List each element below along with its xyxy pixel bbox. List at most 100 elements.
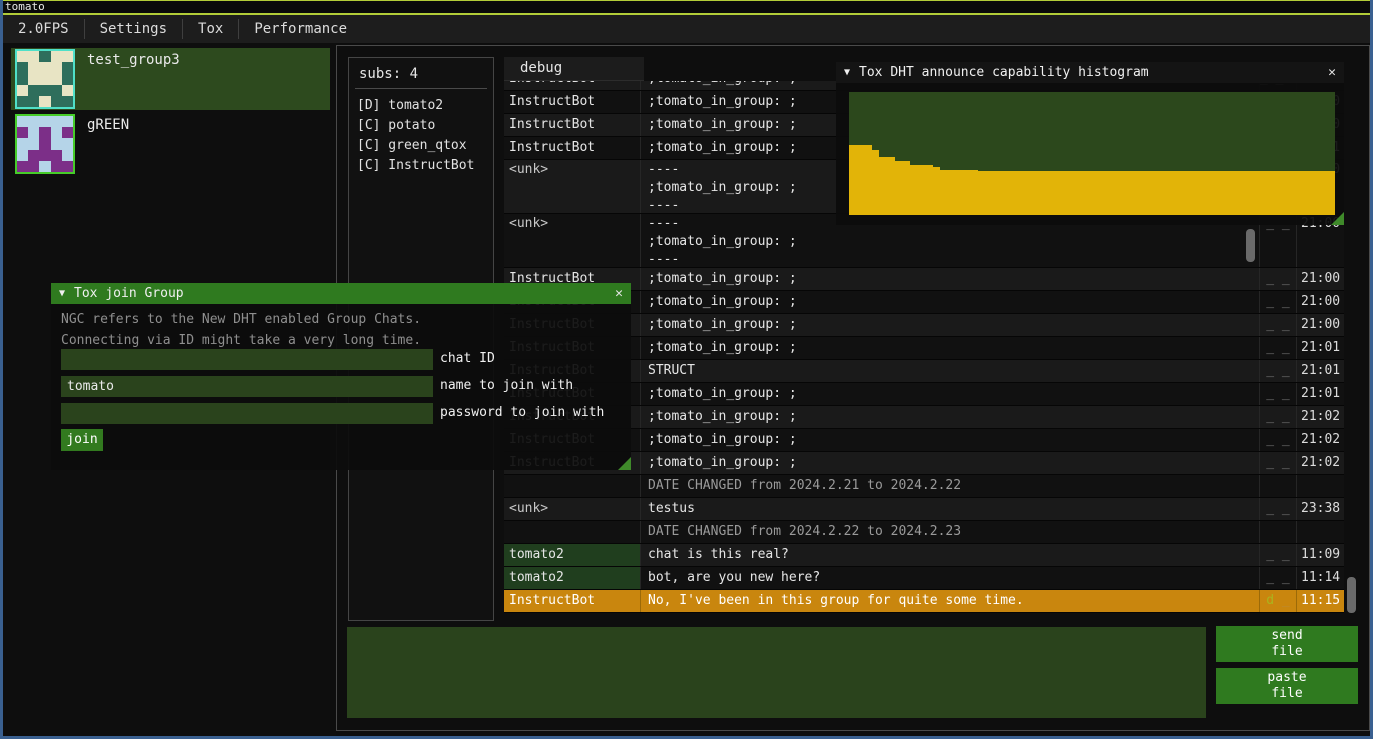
avatar-pixel (28, 85, 39, 96)
subs-member-green_qtox[interactable]: [C] green_qtox (357, 136, 493, 156)
subs-member-potato[interactable]: [C] potato (357, 116, 493, 136)
close-icon[interactable]: ✕ (1328, 65, 1336, 80)
avatar-pixel (62, 150, 73, 161)
date-changed-row[interactable]: DATE CHANGED from 2024.2.21 to 2024.2.22 (504, 475, 1344, 498)
date-changed-row[interactable]: DATE CHANGED from 2024.2.22 to 2024.2.23 (504, 521, 1344, 544)
sender-name-cell (504, 521, 641, 543)
chat-ID-input[interactable] (61, 349, 433, 370)
app-window: tomato 2.0FPSSettingsToxPerformance test… (0, 0, 1373, 739)
resize-grip[interactable] (618, 457, 631, 470)
histogram-bar (1107, 171, 1115, 215)
histogram-bar (1054, 171, 1062, 215)
histogram-bar (1297, 171, 1305, 215)
histogram-bar (933, 167, 941, 215)
send-file-button[interactable]: sendfile (1216, 626, 1358, 662)
subs-member-InstructBot[interactable]: [C] InstructBot (357, 156, 493, 176)
delivery-status-cell: _ _ (1259, 337, 1296, 359)
scrollbar-thumb[interactable] (1347, 577, 1356, 613)
histogram-bar (1145, 171, 1153, 215)
sender-name-cell: InstructBot (504, 91, 641, 113)
menu-item-performance[interactable]: Performance (239, 21, 362, 37)
sender-name-cell: tomato2 (504, 544, 641, 566)
avatar-pixel (28, 116, 39, 127)
menu-item-2.0fps[interactable]: 2.0FPS (3, 21, 84, 37)
paste-file-button[interactable]: pastefile (1216, 668, 1358, 704)
join-field-label: chat ID (440, 351, 495, 366)
histogram-bar (925, 165, 933, 215)
histogram-bar (879, 157, 887, 215)
chat-tabbar: debug (504, 57, 644, 81)
sidebar-item-gREEN[interactable]: gREEN (11, 113, 330, 175)
resize-grip[interactable] (1331, 212, 1344, 225)
menu-item-settings[interactable]: Settings (85, 21, 182, 37)
message-text-cell: DATE CHANGED from 2024.2.22 to 2024.2.23 (641, 521, 1259, 543)
message-text-cell: ;tomato_in_group: ; (641, 337, 1259, 359)
collapse-arrow-icon[interactable]: ▼ (59, 288, 65, 299)
join-group-titlebar[interactable]: ▼ Tox join Group ✕ (51, 283, 631, 304)
menu-item-tox[interactable]: Tox (183, 21, 238, 37)
avatar-pixel (51, 138, 62, 149)
avatar-pixel (39, 73, 50, 84)
close-icon[interactable]: ✕ (615, 286, 623, 301)
histogram-bar (1001, 171, 1009, 215)
histogram-bar (986, 171, 994, 215)
avatar-pixel (39, 150, 50, 161)
message-row[interactable]: tomato2bot, are you new here?_ _11:14 (504, 567, 1344, 590)
histogram-bar (1168, 171, 1176, 215)
dht-histogram-titlebar[interactable]: ▼ Tox DHT announce capability histogram … (836, 62, 1344, 83)
timestamp-cell: 21:01 (1296, 337, 1344, 359)
sender-name-cell: <unk> (504, 214, 641, 267)
window-titlebar[interactable]: tomato (0, 0, 1373, 15)
histogram-bar (1176, 171, 1184, 215)
avatar-pixel (39, 96, 50, 107)
delivery-status-cell: _ _ (1259, 383, 1296, 405)
timestamp-cell: 21:01 (1296, 383, 1344, 405)
timestamp-cell: 21:02 (1296, 429, 1344, 451)
histogram-bar (1198, 171, 1206, 215)
histogram-bar (1244, 171, 1252, 215)
histogram-bar (955, 170, 963, 216)
message-text-cell: testus (641, 498, 1259, 520)
avatar-pixel (39, 127, 50, 138)
scrollbar-thumb[interactable] (1246, 229, 1255, 262)
histogram-bar (902, 161, 910, 215)
histogram-bar (940, 170, 948, 216)
tab-debug[interactable]: debug (504, 57, 644, 81)
name-to-join-with-input[interactable] (61, 376, 433, 397)
message-text-cell: STRUCT (641, 360, 1259, 382)
histogram-bar (1289, 171, 1297, 215)
histogram-bar (1138, 171, 1146, 215)
message-text-cell: ;tomato_in_group: ; (641, 291, 1259, 313)
histogram-bar (1236, 171, 1244, 215)
avatar-pixel (17, 96, 28, 107)
avatar-pixel (62, 51, 73, 62)
histogram-bar (1267, 171, 1275, 215)
histogram-bar (1069, 171, 1077, 215)
window-title: tomato (5, 0, 45, 13)
password-to-join-with-input[interactable] (61, 403, 433, 424)
message-row[interactable]: InstructBotNo, I've been in this group f… (504, 590, 1344, 613)
avatar-pixel (28, 138, 39, 149)
avatar-pixel (62, 116, 73, 127)
message-input[interactable] (347, 627, 1206, 718)
sidebar-item-test_group3[interactable]: test_group3 (11, 48, 330, 110)
histogram-bar (917, 165, 925, 215)
avatar-pixel (62, 62, 73, 73)
avatar-pixel (17, 73, 28, 84)
timestamp-cell: 11:15 (1296, 590, 1344, 612)
join-button[interactable]: join (61, 429, 103, 451)
timestamp-cell: 21:00 (1296, 291, 1344, 313)
collapse-arrow-icon[interactable]: ▼ (844, 67, 850, 78)
histogram-bar (1039, 171, 1047, 215)
avatar-pixel (62, 138, 73, 149)
histogram-bar (1122, 171, 1130, 215)
histogram-bar (1115, 171, 1123, 215)
avatar-pixel (39, 85, 50, 96)
delivery-status-cell: _ _ (1259, 452, 1296, 474)
subs-member-tomato2[interactable]: [D] tomato2 (357, 96, 493, 116)
message-row[interactable]: tomato2chat is this real?_ _11:09 (504, 544, 1344, 567)
message-row[interactable]: <unk>testus_ _23:38 (504, 498, 1344, 521)
timestamp-cell: 21:00 (1296, 268, 1344, 290)
histogram-bar (1327, 171, 1335, 215)
timestamp-cell: 21:00 (1296, 314, 1344, 336)
